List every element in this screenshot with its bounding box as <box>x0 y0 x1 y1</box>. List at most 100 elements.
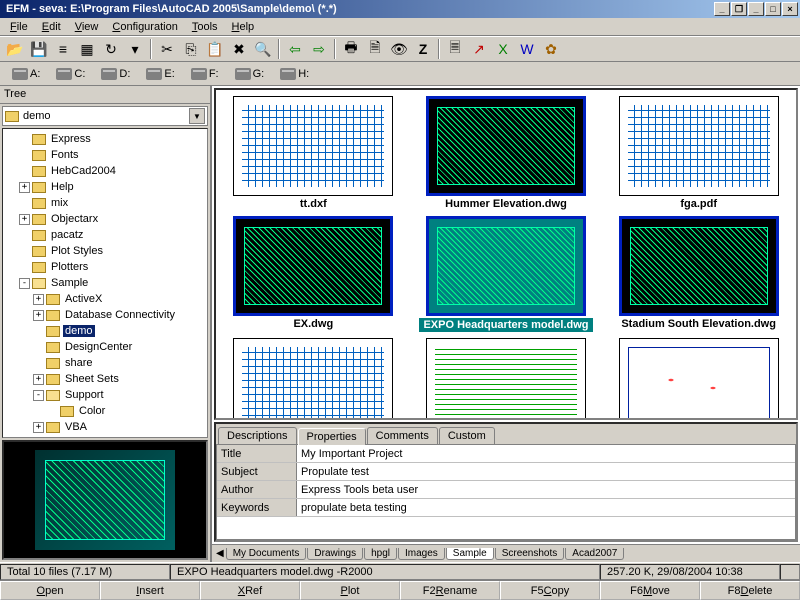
back-icon[interactable]: ⇦ <box>284 38 306 60</box>
tree-node[interactable]: HebCad2004 <box>5 163 205 179</box>
eye-icon[interactable]: 👁 <box>388 38 410 60</box>
location-tab[interactable]: Acad2007 <box>565 548 624 560</box>
expand-icon[interactable]: + <box>19 214 30 225</box>
tree-node[interactable]: +Sheet Sets <box>5 371 205 387</box>
help-icon[interactable]: ✿ <box>540 38 562 60</box>
menu-help[interactable]: Help <box>226 20 261 34</box>
cut-icon[interactable]: ✂ <box>156 38 178 60</box>
drive-c[interactable]: C: <box>50 68 91 80</box>
expand-icon[interactable]: + <box>33 438 44 439</box>
fkey-open[interactable]: Open <box>0 581 100 600</box>
doc-icon[interactable]: 🗏 <box>444 38 466 60</box>
tree-node[interactable]: Color <box>5 403 205 419</box>
tab-properties[interactable]: Properties <box>298 428 366 445</box>
thumbnail-item[interactable]: Hummer Elevation.dwg <box>415 96 598 210</box>
drive-e[interactable]: E: <box>140 68 180 80</box>
expand-icon[interactable]: + <box>33 310 44 321</box>
export-icon[interactable]: ↗ <box>468 38 490 60</box>
thumbnail-item[interactable]: EXPO Headquarters model.dwg <box>415 216 598 332</box>
menu-file[interactable]: File <box>4 20 34 34</box>
expand-icon[interactable]: + <box>33 422 44 433</box>
property-value[interactable]: propulate beta testing <box>297 502 795 514</box>
fkey-xref[interactable]: XRef <box>200 581 300 600</box>
location-tab[interactable]: Images <box>398 548 445 560</box>
tree-node[interactable]: Express <box>5 131 205 147</box>
fkey-f2-rename[interactable]: F2 Rename <box>400 581 500 600</box>
drive-d[interactable]: D: <box>95 68 136 80</box>
tab-descriptions[interactable]: Descriptions <box>218 427 297 444</box>
save-icon[interactable]: 💾 <box>28 38 50 60</box>
word-icon[interactable]: W <box>516 38 538 60</box>
tree-node[interactable]: Fonts <box>5 147 205 163</box>
tree-node[interactable]: Plot Styles <box>5 243 205 259</box>
drive-f[interactable]: F: <box>185 68 225 80</box>
tree-node[interactable]: demo <box>5 323 205 339</box>
expand-icon[interactable]: - <box>33 390 44 401</box>
maximize-button[interactable]: □ <box>765 2 781 16</box>
location-tab[interactable]: Drawings <box>307 548 363 560</box>
tree-node[interactable]: +Help <box>5 179 205 195</box>
close-button[interactable]: × <box>782 2 798 16</box>
refresh-icon[interactable]: ↻ <box>100 38 122 60</box>
expand-icon[interactable]: + <box>19 182 30 193</box>
location-tab[interactable]: Screenshots <box>495 548 565 560</box>
menu-edit[interactable]: Edit <box>36 20 67 34</box>
find-icon[interactable]: 🔍 <box>252 38 274 60</box>
tree-node[interactable]: +Objectarx <box>5 211 205 227</box>
excel-icon[interactable]: X <box>492 38 514 60</box>
property-value[interactable]: Propulate test <box>297 466 795 478</box>
fkey-insert[interactable]: Insert <box>100 581 200 600</box>
location-tab[interactable]: My Documents <box>226 548 307 560</box>
thumbnail-item[interactable]: tt.dxf <box>222 96 405 210</box>
folder-tree[interactable]: ExpressFontsHebCad2004+Helpmix+Objectarx… <box>2 128 208 438</box>
thumbnail-item[interactable]: EX.dwg <box>222 216 405 332</box>
paste-icon[interactable]: 📋 <box>204 38 226 60</box>
tree-node[interactable]: mix <box>5 195 205 211</box>
tree-node[interactable]: +ActiveX <box>5 291 205 307</box>
tree-node[interactable]: +VisualLISP <box>5 435 205 438</box>
thumbnail-area[interactable]: tt.dxfHummer Elevation.dwgfga.pdfEX.dwgE… <box>214 88 798 420</box>
dropdown-icon[interactable]: ▾ <box>124 38 146 60</box>
drive-g[interactable]: G: <box>229 68 271 80</box>
menu-tools[interactable]: Tools <box>186 20 224 34</box>
tree-node[interactable]: -Support <box>5 387 205 403</box>
property-value[interactable]: My Important Project <box>297 448 795 460</box>
tree-node[interactable]: -Sample <box>5 275 205 291</box>
thumbnail-item[interactable]: COLUMBIA.TIF <box>222 338 405 420</box>
bolt-icon[interactable]: Z <box>412 38 434 60</box>
grid-icon[interactable]: ▦ <box>76 38 98 60</box>
tree-node[interactable]: +VBA <box>5 419 205 435</box>
tree-node[interactable]: +Database Connectivity <box>5 307 205 323</box>
drive-a[interactable]: A: <box>6 68 46 80</box>
expand-icon[interactable]: - <box>19 278 30 289</box>
menu-configuration[interactable]: Configuration <box>106 20 183 34</box>
delete-icon[interactable]: ✖ <box>228 38 250 60</box>
tab-custom[interactable]: Custom <box>439 427 495 444</box>
preview-icon[interactable]: 🗎 <box>364 38 386 60</box>
folder-combo[interactable]: demo ▼ <box>2 106 208 126</box>
drive-h[interactable]: H: <box>274 68 315 80</box>
fkey-f5-copy[interactable]: F5 Copy <box>500 581 600 600</box>
location-tab[interactable]: hpgl <box>364 548 397 560</box>
thumbnail-item[interactable]: zkl47_22.PDF <box>415 338 598 420</box>
fkey-f6-move[interactable]: F6 Move <box>600 581 700 600</box>
forward-icon[interactable]: ⇨ <box>308 38 330 60</box>
fkey-f8-delete[interactable]: F8 Delete <box>700 581 800 600</box>
expand-icon[interactable]: + <box>33 374 44 385</box>
minimize2-button[interactable]: _ <box>748 2 764 16</box>
tree-node[interactable]: share <box>5 355 205 371</box>
tree-node[interactable]: DesignCenter <box>5 339 205 355</box>
fkey-plot[interactable]: Plot <box>300 581 400 600</box>
location-tab[interactable]: Sample <box>446 548 494 560</box>
property-value[interactable]: Express Tools beta user <box>297 484 795 496</box>
expand-icon[interactable]: + <box>33 294 44 305</box>
minimize-button[interactable]: _ <box>714 2 730 16</box>
thumbnail-item[interactable]: Stadium South Elevation.dwg <box>607 216 790 332</box>
chevron-down-icon[interactable]: ▼ <box>189 108 205 124</box>
thumbnail-item[interactable]: 50states.plt <box>607 338 790 420</box>
restore-button[interactable]: ❐ <box>731 2 747 16</box>
tab-comments[interactable]: Comments <box>367 427 438 444</box>
print-icon[interactable]: 🖶 <box>340 38 362 60</box>
tree-node[interactable]: pacatz <box>5 227 205 243</box>
tree-node[interactable]: Plotters <box>5 259 205 275</box>
